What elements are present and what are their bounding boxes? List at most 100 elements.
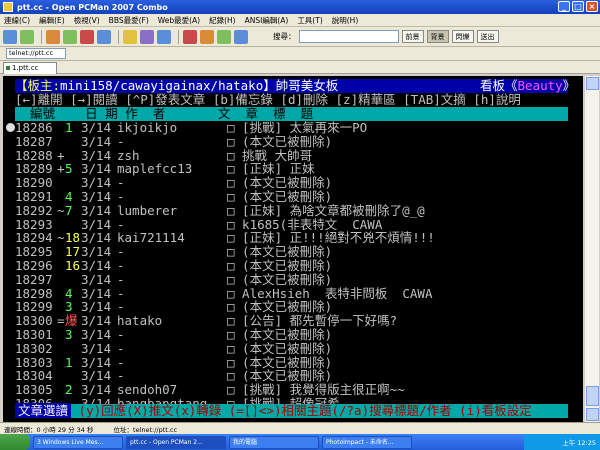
paste-icon[interactable] [140,29,154,44]
article-title: □ [挑戰] 太氣再來一PO [227,120,368,135]
article-author: - [117,340,125,356]
article-date: 3/14 [81,133,112,149]
start-button[interactable] [0,434,30,450]
address-input[interactable]: telnet://ptt.cc [6,48,66,59]
copy-icon[interactable] [123,29,137,44]
article-author: maplefcc13 [117,161,193,177]
article-date: 3/14 [81,354,112,370]
article-title: □ [公告] 都先暫停一下好嗎? [227,313,398,329]
ansi-icon[interactable] [200,29,214,44]
footer-hint: 文章選讀 [15,403,72,418]
article-score: 16 [65,258,81,273]
search-input[interactable] [298,30,399,43]
board-header: 【板主:mini158/cawayigainax/hatako】帥哥美女板 看板《… [15,78,575,93]
article-number: 18288 [15,147,53,163]
vertical-scrollbar[interactable] [584,76,599,422]
article-mark [57,135,65,149]
menu-item-history[interactable]: 紀錄(H) [209,15,236,26]
connect-icon[interactable] [3,29,17,44]
scroll-up-arrow-icon[interactable] [586,77,599,90]
article-author: - [117,271,125,287]
menu-item-view[interactable]: 檢視(V) [74,15,100,26]
article-score: 爆 [65,313,78,329]
article-author: - [117,354,125,370]
article-number: 18299 [15,299,53,315]
article-title: □ (本文已被刪除) [227,354,333,370]
lock-icon[interactable] [234,29,248,44]
article-number: 18303 [15,354,53,370]
menu-item-help[interactable]: 說明(H) [332,15,359,26]
title-bar: ptt.cc - Open PCMan 2007 Combo _ □ × [0,0,600,14]
article-date: 3/14 [81,120,112,135]
maximize-button[interactable]: □ [572,1,584,12]
article-date: 3/14 [81,202,112,218]
app-window: ptt.cc - Open PCMan 2007 Combo _ □ × 連線(… [0,0,600,450]
article-mark [57,287,65,301]
board-name: Beauty [517,78,563,93]
menu-item-web-favorites[interactable]: Web最愛(A) [158,15,200,26]
article-author: kai721114 [117,230,185,246]
footer-commands: (y)回應(X)推文(x)轉錄 (=[]<>)相關主題(/?a)搜尋標題/作者 … [71,403,532,418]
toggle-blink[interactable]: 閃爍 [451,30,474,43]
article-title: □ (本文已被刪除) [227,327,333,342]
article-score: 5 [65,161,73,177]
settings-icon[interactable] [157,29,171,44]
article-title: □ [正妹] 正妹 [227,161,315,177]
article-author: ikjoikjo [117,120,178,135]
terminal-screen[interactable]: 【板主:mini158/cawayigainax/hatako】帥哥美女板 看板《… [3,76,583,422]
antiidle-icon[interactable] [217,29,231,44]
address-bar: telnet://ptt.cc [0,47,600,61]
article-title: □ (本文已被刪除) [227,244,333,260]
close-button[interactable]: × [586,1,598,12]
favorites-icon[interactable] [183,29,197,44]
taskbar: 3 Windows Live Mes... ptt.cc - Open PCMa… [0,434,600,450]
article-score: 2 [65,382,73,398]
article-author: - [117,244,125,260]
article-date: 3/14 [81,230,112,246]
article-date: 3/14 [81,147,112,163]
toolbar: 搜尋： 前景 背景 閃爍 送出 [0,27,600,47]
article-mark [57,342,65,356]
article-number: 18291 [15,189,53,204]
article-score: 1 [65,120,73,135]
new-tab-icon[interactable] [20,29,34,44]
article-mark: ~ [57,230,65,246]
column-header: 編號 日 期 作 者 文 章 標 題 [15,107,568,121]
cursor-indicator-icon [6,123,15,132]
taskbar-button-my-computer[interactable]: 我的電腦 [229,435,319,449]
minimize-button[interactable]: _ [558,1,570,12]
article-title: □ (本文已被刪除) [227,258,333,273]
article-mark [57,369,65,383]
taskbar-button-messenger[interactable]: 3 Windows Live Mes... [33,435,123,449]
article-score: 7 [65,202,73,218]
menu-item-bbs-favorites[interactable]: BBS最愛(F) [109,15,149,26]
article-score: 18 [65,230,81,246]
scroll-down-arrow-icon[interactable] [586,408,599,421]
taskbar-button-photoimpact[interactable]: PhotoImpact - 未命名... [322,435,412,449]
toggle-foreground[interactable]: 前景 [401,30,424,43]
scroll-thumb[interactable] [586,386,599,406]
taskbar-button-pcman[interactable]: ptt.cc - Open PCMan 2... [126,435,226,449]
menu-item-connect[interactable]: 連線(C) [4,15,30,26]
refresh-icon[interactable] [97,29,111,44]
tab-ptt[interactable]: 1.ptt.cc [3,62,57,74]
article-number: 18304 [15,368,53,384]
toggle-send[interactable]: 送出 [476,30,499,43]
menu-item-ansi-edit[interactable]: ANSI編輯(A) [245,15,289,26]
toggle-background[interactable]: 背景 [426,30,449,43]
article-title: □ AlexHsieh 表特非問板 CAWA [227,285,433,301]
menu-item-edit[interactable]: 編輯(E) [39,15,65,26]
article-mark [57,190,65,204]
article-score: 3 [65,327,73,342]
board-label-close: 》 [562,78,576,93]
article-mark [57,121,65,135]
article-author: - [117,327,125,342]
article-number: 18287 [15,133,53,149]
forward-icon[interactable] [63,29,77,44]
menu-item-tools[interactable]: 工具(T) [297,15,322,26]
article-author: lumberer [117,202,178,218]
stop-icon[interactable] [80,29,94,44]
back-icon[interactable] [46,29,60,44]
article-author: - [117,258,125,273]
window-title: ptt.cc - Open PCMan 2007 Combo [17,2,168,12]
